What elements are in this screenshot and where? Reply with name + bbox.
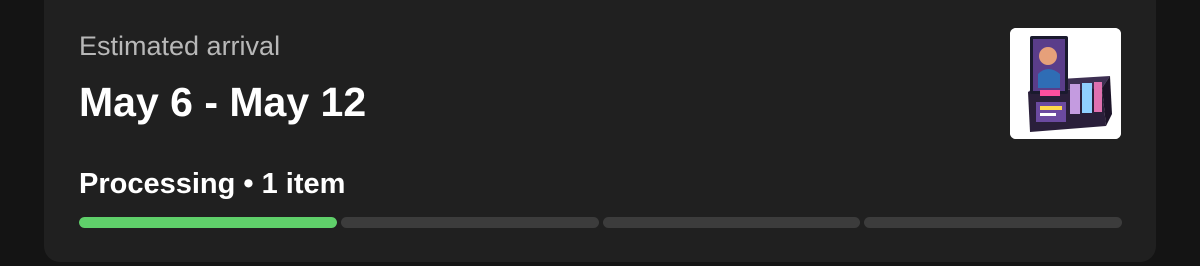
order-status-text: Processing • 1 item (79, 168, 346, 200)
progress-segment-3 (602, 217, 861, 228)
progress-segment-2 (340, 217, 599, 228)
progress-segment-1 (79, 217, 337, 228)
progress-segment-4 (864, 217, 1122, 228)
order-status-card[interactable]: Estimated arrival May 6 - May 12 Process… (44, 0, 1156, 262)
estimated-arrival-label: Estimated arrival (79, 31, 281, 61)
shipment-progress-bar (79, 217, 1122, 228)
product-thumbnail[interactable] (1010, 28, 1121, 139)
trading-card-box-image (1010, 28, 1121, 139)
arrival-date-range: May 6 - May 12 (79, 79, 367, 125)
